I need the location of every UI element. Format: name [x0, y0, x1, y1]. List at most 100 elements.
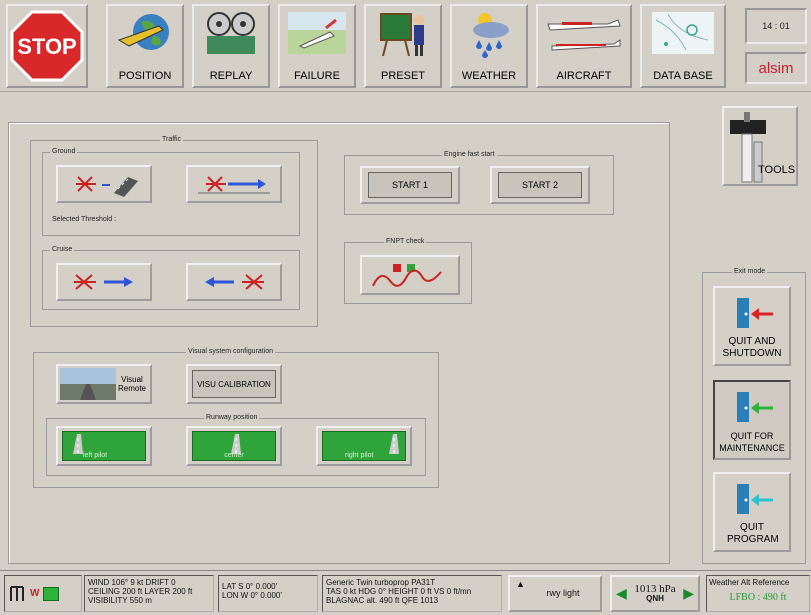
selected-threshold-label: Selected Threshold :	[52, 216, 117, 223]
quit-and-shutdown-button[interactable]: QUIT AND SHUTDOWN	[713, 286, 791, 366]
visual-remote-button[interactable]: Visual Remote	[56, 364, 152, 404]
qnh-decrease-icon[interactable]: ◀	[616, 586, 627, 600]
alsim-logo: alsim	[745, 52, 807, 84]
runway-left-pilot-button[interactable]: left pilot	[56, 426, 152, 466]
visual-remote-icon	[60, 368, 116, 400]
runway-position-title: Runway position	[204, 414, 260, 421]
quit-and-shutdown-label: QUIT AND SHUTDOWN	[722, 336, 782, 359]
cruise-traffic-right-button[interactable]	[56, 263, 152, 301]
visual-system-title: Visual system configuration	[186, 348, 276, 355]
preset-label: PRESET	[380, 70, 425, 82]
visual-remote-label: Visual Remote	[117, 375, 146, 393]
position-info: LAT S 0° 0.000' LON W 0° 0.000'	[218, 575, 318, 612]
main-toolbar: STOP POSITION REPLAY FAILURE PRESET WEAT…	[0, 0, 811, 92]
database-button[interactable]: DATA BASE	[640, 4, 726, 88]
replay-reel-icon	[207, 12, 255, 54]
runway-right-pilot-tile: right pilot	[322, 431, 406, 461]
replay-label: REPLAY	[209, 70, 253, 82]
qnh-label: QNH	[646, 593, 664, 603]
failure-label: FAILURE	[294, 70, 340, 82]
ground-runway-arrow-icon	[198, 176, 270, 194]
runway-center-label: center	[224, 452, 244, 459]
aircraft-icon	[547, 19, 621, 51]
cruise-right-arrow-icon	[74, 274, 133, 290]
weather-button[interactable]: WEATHER	[450, 4, 528, 88]
aircraft-info: Generic Twin turboprop PA31T TAS 0 kt HD…	[322, 575, 502, 612]
clock-display: 14 : 01	[745, 8, 807, 44]
aircraft-name-text: Generic Twin turboprop PA31T	[326, 578, 436, 587]
start-1-label: START 1	[368, 172, 452, 198]
runway-left-pilot-label: left pilot	[83, 452, 108, 459]
door-exit-red-icon	[737, 298, 773, 328]
qnh-value: 1013 hPa	[634, 582, 676, 595]
weather-label: WEATHER	[461, 70, 517, 82]
weather-alt-reference-title: Weather Alt Reference	[709, 578, 790, 587]
runway-right-pilot-button[interactable]: right pilot	[316, 426, 412, 466]
runway-light-label: rwy light	[546, 588, 580, 598]
runway-icon	[231, 434, 241, 454]
status-bar: W WIND 106° 9 kt DRIFT 0 CEILING 200 ft …	[0, 570, 811, 615]
failure-button[interactable]: FAILURE	[278, 4, 356, 88]
svg-text:STOP: STOP	[17, 34, 77, 59]
fnpt-graph-icon	[372, 264, 442, 287]
visu-calibration-label: VISU CALIBRATION	[192, 370, 276, 398]
fnpt-check-title: FNPT check	[384, 238, 427, 245]
stop-sign-icon: STOP	[10, 10, 84, 82]
cruise-title: Cruise	[50, 246, 75, 253]
airport-text: BLAGNAC alt. 490 ft QFE 1013	[326, 596, 439, 605]
position-button[interactable]: POSITION	[106, 4, 184, 88]
position-globe-icon	[117, 14, 169, 50]
database-map-icon	[652, 12, 714, 54]
quit-for-maintenance-label: QUIT FOR MAINTENANCE	[719, 431, 785, 453]
start-1-button[interactable]: START 1	[360, 166, 460, 204]
preset-board-icon	[380, 13, 424, 57]
preset-button[interactable]: PRESET	[364, 4, 442, 88]
qnh-readout: 1013 hPa QNH	[634, 582, 676, 603]
runway-left-pilot-tile: left pilot	[62, 431, 146, 461]
weather-w-indicator: W	[30, 588, 40, 599]
ground-title: Ground	[50, 148, 78, 155]
quit-for-maintenance-button[interactable]: QUIT FOR MAINTENANCE	[713, 380, 791, 460]
position-label: POSITION	[118, 70, 172, 82]
ground-crossing-plane-icon	[76, 176, 138, 197]
aircraft-label: AIRCRAFT	[556, 70, 612, 82]
database-label: DATA BASE	[653, 70, 713, 82]
runway-center-button[interactable]: center	[186, 426, 282, 466]
lon-text: LON W 0° 0.000'	[222, 591, 282, 600]
wind-text: WIND 106° 9 kt DRIFT 0	[88, 578, 176, 587]
qnh-increase-icon[interactable]: ▶	[683, 586, 694, 600]
aircraft-button[interactable]: AIRCRAFT	[536, 4, 632, 88]
ground-traffic-crossing-button[interactable]	[56, 165, 152, 203]
lat-text: LAT S 0° 0.000'	[222, 582, 278, 591]
fnpt-check-button[interactable]	[360, 255, 460, 295]
qnh-control: ◀ 1013 hPa QNH ▶	[610, 575, 700, 612]
door-exit-cyan-icon	[737, 484, 773, 514]
runway-light-button[interactable]: ▲ rwy light	[508, 575, 602, 612]
wind-info: WIND 106° 9 kt DRIFT 0 CEILING 200 ft LA…	[84, 575, 214, 612]
traffic-title: Traffic	[160, 136, 184, 143]
status-green-indicator	[43, 586, 60, 601]
runway-icon	[73, 434, 83, 454]
engine-fast-start-title: Engine fast start	[442, 151, 497, 158]
visu-calibration-button[interactable]: VISU CALIBRATION	[186, 364, 282, 404]
exit-mode-title: Exit mode	[732, 268, 768, 275]
quit-program-label: QUIT PROGRAM	[727, 522, 779, 545]
cruise-traffic-left-button[interactable]	[186, 263, 282, 301]
start-2-button[interactable]: START 2	[490, 166, 590, 204]
ceiling-text: CEILING 200 ft LAYER 200 ft	[88, 587, 193, 596]
tas-text: TAS 0 kt HDG 0° HEIGHT 0 ft VS 0 ft/mn	[326, 587, 472, 596]
ground-traffic-takeoff-button[interactable]	[186, 165, 282, 203]
door-exit-green-icon	[737, 392, 773, 422]
up-triangle-icon: ▲	[516, 579, 525, 589]
runway-icon	[389, 434, 399, 454]
weather-alt-reference: Weather Alt Reference LFBO : 490 ft	[706, 575, 810, 612]
weather-alt-reference-value: LFBO : 490 ft	[729, 592, 787, 603]
tools-label: TOOLS	[758, 164, 796, 176]
stop-button[interactable]: STOP	[6, 4, 88, 88]
tools-button[interactable]: TOOLS	[722, 106, 798, 186]
visibility-text: VISIBILITY 550 m	[88, 596, 152, 605]
quit-program-button[interactable]: QUIT PROGRAM	[713, 472, 791, 552]
status-indicators: W	[4, 575, 82, 612]
replay-button[interactable]: REPLAY	[192, 4, 270, 88]
antenna-icon	[10, 585, 24, 601]
